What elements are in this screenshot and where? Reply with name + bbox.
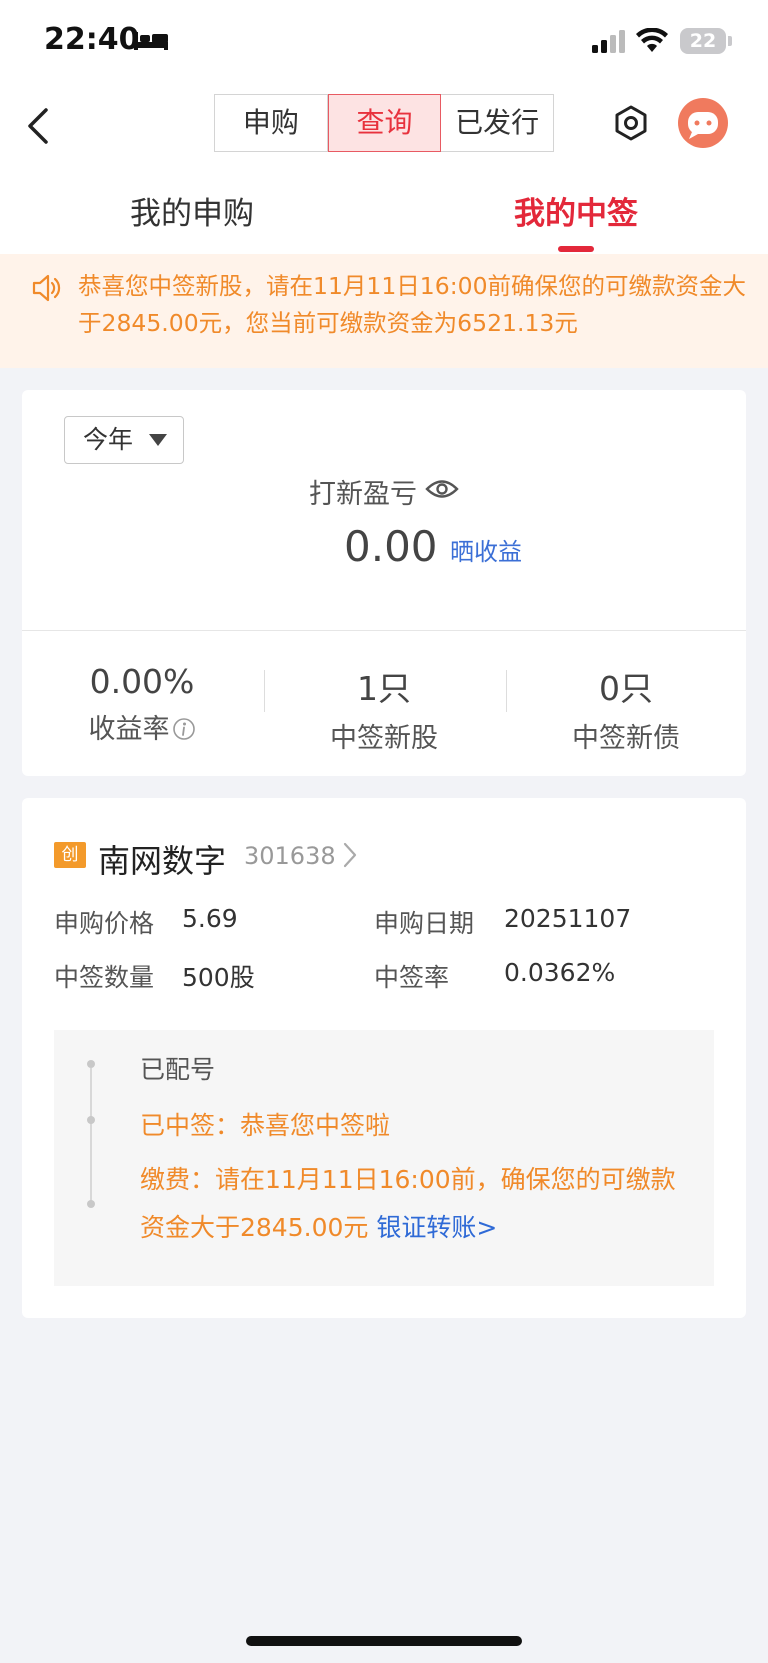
step-payment: 缴费：请在11月11日16:00前，确保您的可缴款资金大于2845.00元 银证… (140, 1156, 700, 1252)
home-indicator (246, 1636, 522, 1646)
sleep-mode-icon (134, 32, 168, 50)
info-icon[interactable] (172, 717, 196, 741)
status-bar: 22:40 22 (0, 0, 768, 84)
allotment-notice: 恭喜您中签新股，请在11月11日16:00前确保您的可缴款资金大于2845.00… (0, 254, 768, 368)
rate-value: 0.0362% (504, 958, 616, 987)
summary-card: 今年 打新盈亏 0.00 晒收益 0.00% 收益率 1只 中签新股 0只 中签… (22, 390, 746, 776)
price-value: 5.69 (182, 904, 238, 933)
period-value: 今年 (83, 425, 134, 454)
assistant-avatar[interactable] (678, 98, 728, 148)
tab-my-allotment[interactable]: 我的中签 (456, 188, 696, 233)
nav-bar: 申购 查询 已发行 (0, 84, 768, 176)
status-time: 22:40 (44, 22, 140, 57)
segmented-control: 申购 查询 已发行 (214, 94, 554, 152)
share-earnings-link[interactable]: 晒收益 (450, 532, 522, 567)
quantity-label: 中签数量 (54, 963, 155, 992)
timeline-dot (87, 1116, 95, 1124)
chinext-badge: 创 (54, 842, 86, 868)
price-label: 申购价格 (54, 909, 155, 938)
wifi-icon (636, 28, 668, 52)
pnl-label: 打新盈亏 (309, 479, 417, 510)
quantity-value: 500股 (182, 963, 255, 992)
stat-value: 1只 (357, 669, 411, 708)
date-label: 申购日期 (374, 909, 475, 938)
battery-indicator: 22 (680, 28, 726, 54)
divider (22, 630, 746, 631)
battery-cap (728, 36, 732, 46)
timeline-line (90, 1068, 92, 1204)
stat-return-rate: 0.00% 收益率 (22, 662, 262, 746)
stat-label: 中签新债 (572, 723, 680, 754)
progress-timeline: 已配号 已中签：恭喜您中签啦 缴费：请在11月11日16:00前，确保您的可缴款… (54, 1030, 714, 1286)
stat-new-stocks: 1只 中签新股 (264, 662, 504, 755)
allotted-stock-card: 创 南网数字 301638 申购价格 5.69 申购日期 20251107 中签… (22, 798, 746, 1318)
stat-label: 收益率 (89, 707, 196, 746)
pnl-value: 0.00 (344, 522, 438, 571)
timeline-dot (87, 1200, 95, 1208)
date-value: 20251107 (504, 904, 632, 933)
segment-subscribe[interactable]: 申购 (215, 95, 328, 151)
caret-down-icon (149, 434, 167, 446)
settings-icon[interactable] (612, 104, 650, 142)
stat-label: 中签新股 (330, 723, 438, 754)
bank-transfer-link[interactable]: 银证转账> (376, 1213, 497, 1242)
stat-label-text: 收益率 (88, 714, 170, 745)
step-won: 已中签：恭喜您中签啦 (140, 1111, 391, 1140)
sub-tabs: 我的申购 我的中签 (0, 176, 768, 254)
cellular-signal-icon (592, 30, 625, 53)
chevron-right-icon[interactable] (340, 840, 360, 870)
chat-bubble-icon (688, 112, 718, 139)
step-assigned: 已配号 (140, 1055, 216, 1084)
stat-new-bonds: 0只 中签新债 (506, 662, 746, 755)
back-arrow-icon[interactable] (24, 102, 54, 150)
eye-icon[interactable] (425, 476, 459, 502)
stock-code: 301638 (244, 842, 336, 870)
period-dropdown[interactable]: 今年 (64, 416, 184, 464)
stat-value: 0只 (599, 669, 653, 708)
notice-text: 恭喜您中签新股，请在11月11日16:00前确保您的可缴款资金大于2845.00… (78, 272, 747, 337)
stock-name[interactable]: 南网数字 (98, 836, 226, 882)
speaker-icon (32, 274, 61, 302)
tab-my-subscription[interactable]: 我的申购 (72, 188, 312, 233)
segment-issued[interactable]: 已发行 (441, 95, 553, 151)
segment-query[interactable]: 查询 (327, 94, 442, 152)
pnl-label-row: 打新盈亏 (22, 472, 746, 511)
stat-value: 0.00% (89, 662, 195, 701)
active-tab-indicator (558, 246, 594, 252)
rate-label: 中签率 (374, 963, 450, 992)
timeline-dot (87, 1060, 95, 1068)
